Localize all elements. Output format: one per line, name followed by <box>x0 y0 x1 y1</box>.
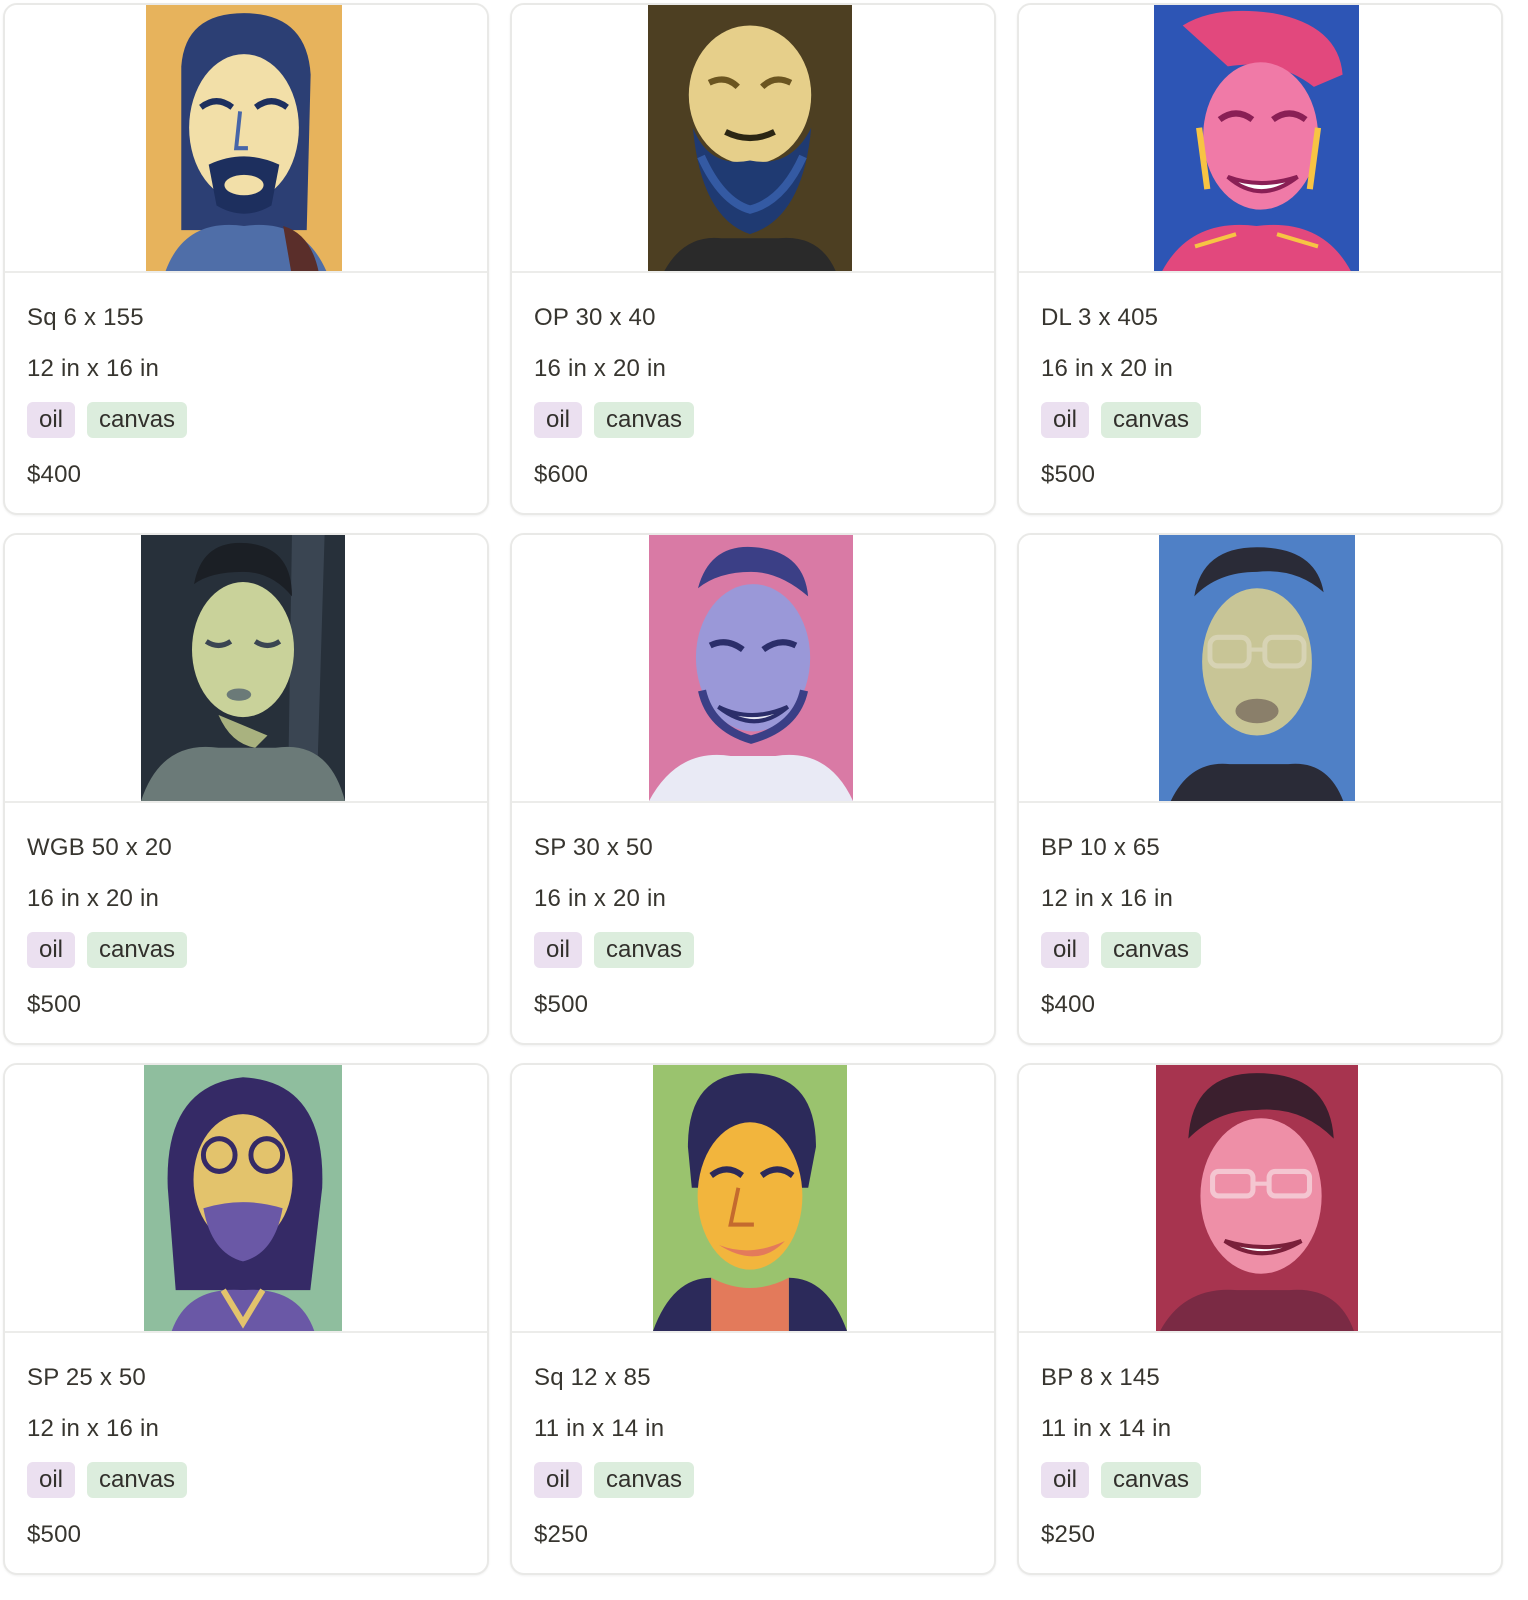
artwork-image[interactable] <box>653 1065 847 1331</box>
artwork-title: OP 30 x 40 <box>534 304 656 331</box>
artwork-image[interactable] <box>144 1065 342 1331</box>
artwork-dimensions: 12 in x 16 in <box>27 1415 160 1442</box>
artwork-card[interactable]: BP 10 x 65 12 in x 16 in oil canvas $400 <box>1017 533 1503 1045</box>
artwork-title: BP 8 x 145 <box>1041 1364 1160 1391</box>
artwork-dimensions: 16 in x 20 in <box>1041 355 1174 382</box>
artwork-image[interactable] <box>1154 5 1359 271</box>
artwork-card[interactable]: WGB 50 x 20 16 in x 20 in oil canvas $50… <box>3 533 489 1045</box>
tag-surface: canvas <box>594 1462 695 1498</box>
artwork-image[interactable] <box>141 535 345 801</box>
tag-surface: canvas <box>594 932 695 968</box>
tag-list: oil canvas <box>1041 402 1202 438</box>
artwork-card[interactable]: DL 3 x 405 16 in x 20 in oil canvas $500 <box>1017 3 1503 515</box>
tag-list: oil canvas <box>27 402 188 438</box>
tag-surface: canvas <box>1101 1462 1202 1498</box>
tag-medium: oil <box>1041 1462 1090 1498</box>
artwork-dimensions: 11 in x 14 in <box>1041 1415 1172 1442</box>
card-cover <box>1019 1065 1501 1333</box>
artwork-card[interactable]: SP 25 x 50 12 in x 16 in oil canvas $500 <box>3 1063 489 1575</box>
tag-list: oil canvas <box>1041 932 1202 968</box>
artwork-price: $500 <box>27 1521 82 1548</box>
tag-list: oil canvas <box>1041 1462 1202 1498</box>
artwork-image[interactable] <box>146 5 342 271</box>
tag-medium: oil <box>534 932 583 968</box>
card-cover <box>1019 535 1501 803</box>
artwork-image[interactable] <box>1156 1065 1358 1331</box>
artwork-title: WGB 50 x 20 <box>27 834 172 861</box>
tag-surface: canvas <box>87 402 188 438</box>
artwork-title: SP 30 x 50 <box>534 834 653 861</box>
card-cover <box>1019 5 1501 273</box>
artwork-title: Sq 6 x 155 <box>27 304 144 331</box>
card-cover <box>512 1065 994 1333</box>
tag-medium: oil <box>1041 932 1090 968</box>
card-cover <box>512 5 994 273</box>
artwork-price: $400 <box>27 461 82 488</box>
card-cover <box>5 1065 487 1333</box>
artwork-dimensions: 12 in x 16 in <box>27 355 160 382</box>
tag-list: oil canvas <box>27 1462 188 1498</box>
artwork-title: SP 25 x 50 <box>27 1364 146 1391</box>
gallery-grid: Sq 6 x 155 12 in x 16 in oil canvas $400 <box>0 0 1528 1600</box>
artwork-title: DL 3 x 405 <box>1041 304 1159 331</box>
artwork-card[interactable]: OP 30 x 40 16 in x 20 in oil canvas $600 <box>510 3 996 515</box>
artwork-dimensions: 16 in x 20 in <box>534 885 667 912</box>
tag-list: oil canvas <box>534 402 695 438</box>
tag-medium: oil <box>27 402 76 438</box>
artwork-title: BP 10 x 65 <box>1041 834 1160 861</box>
artwork-dimensions: 16 in x 20 in <box>27 885 160 912</box>
artwork-dimensions: 12 in x 16 in <box>1041 885 1174 912</box>
artwork-card[interactable]: BP 8 x 145 11 in x 14 in oil canvas $250 <box>1017 1063 1503 1575</box>
artwork-price: $500 <box>534 991 589 1018</box>
artwork-price: $250 <box>1041 1521 1096 1548</box>
artwork-price: $500 <box>1041 461 1096 488</box>
tag-medium: oil <box>534 1462 583 1498</box>
tag-medium: oil <box>27 932 76 968</box>
tag-list: oil canvas <box>534 932 695 968</box>
artwork-image[interactable] <box>648 5 852 271</box>
card-cover <box>512 535 994 803</box>
tag-list: oil canvas <box>27 932 188 968</box>
artwork-price: $250 <box>534 1521 589 1548</box>
tag-medium: oil <box>534 402 583 438</box>
artwork-price: $600 <box>534 461 589 488</box>
tag-surface: canvas <box>1101 932 1202 968</box>
tag-medium: oil <box>1041 402 1090 438</box>
card-cover <box>5 535 487 803</box>
artwork-card[interactable]: Sq 12 x 85 11 in x 14 in oil canvas $250 <box>510 1063 996 1575</box>
artwork-dimensions: 16 in x 20 in <box>534 355 667 382</box>
tag-surface: canvas <box>594 402 695 438</box>
artwork-price: $400 <box>1041 991 1096 1018</box>
tag-surface: canvas <box>87 1462 188 1498</box>
artwork-image[interactable] <box>1159 535 1355 801</box>
tag-medium: oil <box>27 1462 76 1498</box>
artwork-image[interactable] <box>649 535 853 801</box>
artwork-price: $500 <box>27 991 82 1018</box>
card-cover <box>5 5 487 273</box>
tag-surface: canvas <box>1101 402 1202 438</box>
artwork-title: Sq 12 x 85 <box>534 1364 651 1391</box>
tag-list: oil canvas <box>534 1462 695 1498</box>
artwork-card[interactable]: SP 30 x 50 16 in x 20 in oil canvas $500 <box>510 533 996 1045</box>
artwork-card[interactable]: Sq 6 x 155 12 in x 16 in oil canvas $400 <box>3 3 489 515</box>
tag-surface: canvas <box>87 932 188 968</box>
artwork-dimensions: 11 in x 14 in <box>534 1415 665 1442</box>
